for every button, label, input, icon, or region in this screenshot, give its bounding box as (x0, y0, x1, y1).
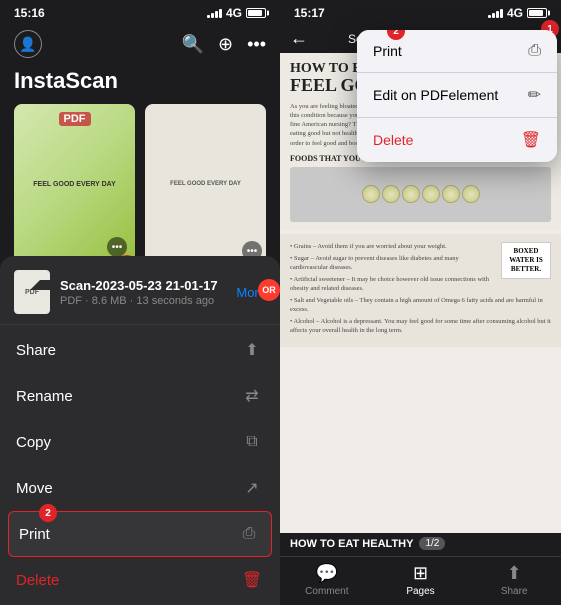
bottom-doc-title: HOW TO EAT HEALTHY (290, 538, 413, 550)
page-badge: 1/2 (419, 537, 445, 550)
bottom-sheet: PDF Scan-2023-05-23 21-01-17 PDF · 8.6 M… (0, 256, 280, 605)
dropdown-print-label: Print (373, 43, 402, 59)
sheet-doc-title: Scan-2023-05-23 21-01-17 (60, 278, 226, 293)
right-battery-icon (527, 8, 547, 18)
nav-share-label: Share (501, 586, 528, 597)
sheet-doc-meta: PDF · 8.6 MB · 13 seconds ago (60, 295, 226, 307)
doc-thumb-1[interactable]: PDF FEEL GOOD EVERY DAY ••• 1 (14, 104, 135, 265)
share-nav-icon: ⬆ (507, 563, 522, 584)
dropdown-edit-icon: ✏ (528, 85, 541, 105)
sheet-doc-icon: PDF (14, 270, 50, 314)
share-label: Share (16, 342, 56, 359)
top-icons: 🔍 ⊕ ••• (182, 34, 266, 55)
dropdown-delete-icon: 🗑 (521, 130, 541, 150)
right-status-bar: 15:17 4G (280, 0, 561, 24)
delete-icon: 🗑 (240, 568, 264, 592)
sheet-item-delete[interactable]: Delete 🗑 (0, 557, 280, 603)
preview-page-2: BOXED WATER IS BETTER. • Grains – Avoid … (280, 234, 561, 347)
right-panel: 15:17 4G ← Scan-2023-05-23 21-01-17 ••• … (280, 0, 561, 605)
delete-label: Delete (16, 572, 59, 589)
lemon-4 (422, 185, 440, 203)
comment-icon: 💬 (316, 563, 338, 584)
right-network: 4G (507, 6, 523, 20)
dropdown-menu: Print ⎙ 2 Edit on PDFelement ✏ Delete 🗑 (357, 30, 557, 162)
nav-comment-label: Comment (305, 586, 348, 597)
left-panel: 15:16 4G 👤 🔍 ⊕ ••• InstaScan PD (0, 0, 280, 605)
right-status-icons: 4G (488, 6, 547, 20)
more-button[interactable]: ••• (247, 34, 266, 55)
boxed-water-label: BOXED WATER IS BETTER. (501, 242, 551, 279)
dropdown-item-edit[interactable]: Edit on PDFelement ✏ (357, 72, 557, 117)
print-icon: ⎙ (237, 522, 261, 546)
pdf-label: PDF (59, 112, 91, 126)
dropdown-item-delete[interactable]: Delete 🗑 (357, 117, 557, 162)
status-right: 4G (207, 6, 266, 20)
sheet-doc-info: Scan-2023-05-23 21-01-17 PDF · 8.6 MB · … (60, 278, 226, 307)
sheet-item-share[interactable]: Share ⬆ (0, 327, 280, 373)
sheet-item-print[interactable]: Print ⎙ 2 (8, 511, 272, 557)
dropdown-delete-label: Delete (373, 132, 413, 148)
back-button[interactable]: ← (290, 28, 308, 49)
copy-label: Copy (16, 434, 51, 451)
move-icon: ↗ (240, 476, 264, 500)
dropdown-print-icon: ⎙ (528, 42, 541, 60)
left-top-bar: 👤 🔍 ⊕ ••• (0, 24, 280, 64)
right-signal-bars (488, 9, 503, 18)
left-status-bar: 15:16 4G (0, 0, 280, 24)
nav-pages-label: Pages (406, 586, 434, 597)
sheet-item-copy[interactable]: Copy ⧉ (0, 419, 280, 465)
avatar[interactable]: 👤 (14, 30, 42, 58)
doc-thumb-text-2: FEEL GOOD EVERY DAY (164, 175, 247, 195)
sheet-item-move[interactable]: Move ↗ (0, 465, 280, 511)
print-badge: 2 (39, 504, 57, 522)
sheet-menu: Share ⬆ Rename ⇄ Copy ⧉ Move ↗ Print ⎙ (0, 325, 280, 605)
lemon-image (290, 167, 551, 222)
lemon-circles (360, 183, 482, 205)
rename-icon: ⇄ (240, 384, 264, 408)
dropdown-edit-label: Edit on PDFelement (373, 87, 498, 103)
or-badge: OR (258, 279, 280, 301)
lemon-1 (362, 185, 380, 203)
page2-content: BOXED WATER IS BETTER. • Grains – Avoid … (290, 242, 551, 339)
sheet-header: PDF Scan-2023-05-23 21-01-17 PDF · 8.6 M… (0, 270, 280, 325)
page2-item-5: • Alcohol – Alcohol is a depressant. You… (290, 317, 551, 335)
page2-item-4: • Salt and Vegetable oils – They contain… (290, 296, 551, 314)
move-label: Move (16, 480, 53, 497)
signal-bar-1 (207, 15, 210, 18)
lemon-2 (382, 185, 400, 203)
new-scan-button[interactable]: ⊕ (218, 34, 233, 55)
doc-thumb-2[interactable]: FEEL GOOD EVERY DAY ••• (145, 104, 266, 265)
nav-item-pages[interactable]: ⊞ Pages (374, 563, 468, 597)
lemon-6 (462, 185, 480, 203)
sheet-item-rename[interactable]: Rename ⇄ (0, 373, 280, 419)
left-network: 4G (226, 6, 242, 20)
bottom-label-strip: HOW TO EAT HEALTHY 1/2 (280, 533, 561, 556)
signal-bar-2 (211, 13, 214, 18)
app-title: InstaScan (0, 64, 280, 104)
nav-item-share[interactable]: ⬆ Share (467, 563, 561, 597)
signal-bar-4 (219, 9, 222, 18)
dropdown-print-badge: 2 (387, 30, 405, 40)
page2-text-col: BOXED WATER IS BETTER. • Grains – Avoid … (290, 242, 551, 339)
signal-bar-3 (215, 11, 218, 18)
print-label: Print (19, 526, 50, 543)
nav-item-comment[interactable]: 💬 Comment (280, 563, 374, 597)
bottom-nav: 💬 Comment ⊞ Pages ⬆ Share (280, 556, 561, 605)
search-button[interactable]: 🔍 (182, 34, 204, 55)
copy-icon: ⧉ (240, 430, 264, 454)
left-time: 15:16 (14, 6, 45, 20)
dropdown-item-print[interactable]: Print ⎙ 2 (357, 30, 557, 72)
signal-bars (207, 9, 222, 18)
battery-icon (246, 8, 266, 18)
lemon-3 (402, 185, 420, 203)
share-icon: ⬆ (240, 338, 264, 362)
lemon-5 (442, 185, 460, 203)
doc-thumb-text-1: FEEL GOOD EVERY DAY (29, 176, 119, 193)
rename-label: Rename (16, 388, 73, 405)
right-time: 15:17 (294, 6, 325, 20)
pages-icon: ⊞ (413, 563, 428, 584)
